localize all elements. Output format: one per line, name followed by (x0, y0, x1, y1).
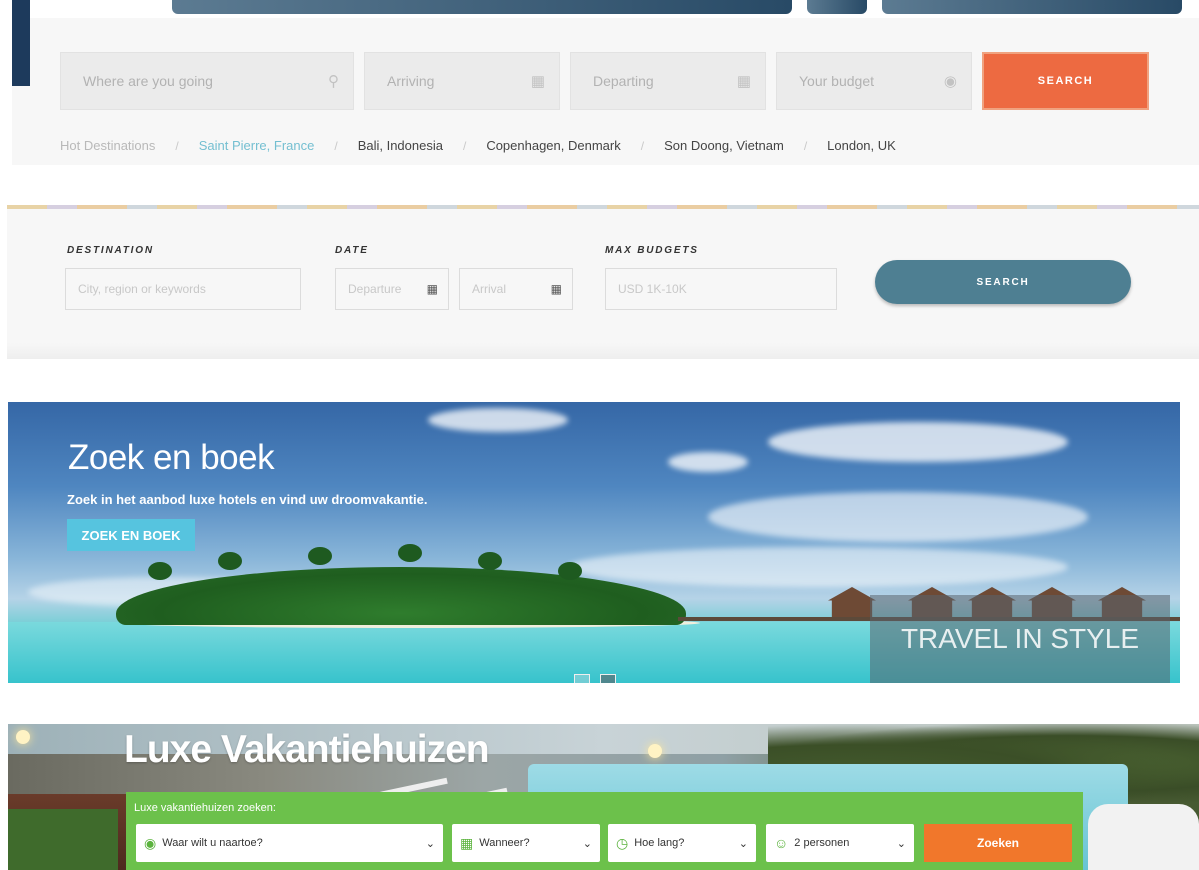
persons-select[interactable]: ☺ 2 personen ⌄ (766, 824, 914, 862)
calendar-icon: ▦ (460, 834, 474, 851)
destination-input[interactable]: City, region or keywords (65, 268, 301, 310)
globe-icon: ◉ (144, 834, 157, 851)
budget-placeholder: Your budget (799, 73, 874, 89)
chevron-down-icon: ⌄ (582, 837, 592, 850)
calendar-icon: ▦ (736, 73, 751, 90)
chevron-down-icon: ⌄ (738, 837, 748, 850)
departure-placeholder: Departure (348, 282, 402, 296)
slider-dot[interactable] (600, 674, 616, 683)
arriving-field[interactable]: Arriving ▦ (364, 52, 560, 110)
date-label: DATE (335, 245, 369, 256)
side-accent-bar (12, 0, 30, 86)
calendar-icon: ▦ (550, 282, 562, 296)
arriving-placeholder: Arriving (387, 73, 435, 89)
budget-label: MAX BUDGETS (605, 245, 699, 256)
calendar-icon: ▦ (426, 282, 438, 296)
calendar-icon: ▦ (530, 73, 545, 90)
search-button[interactable]: Zoeken (924, 824, 1072, 862)
slider-dot[interactable] (574, 674, 590, 683)
destination-link[interactable]: Bali, Indonesia (358, 138, 443, 153)
persons-value: 2 personen (794, 837, 850, 849)
vacation-search-banner: Luxe Vakantiehuizen Luxe vakantiehuizen … (8, 724, 1199, 870)
duration-select[interactable]: ◷ Hoe lang? ⌄ (608, 824, 756, 862)
person-icon: ☺ (774, 835, 789, 851)
chevron-down-icon: ⌄ (896, 837, 906, 850)
budget-input[interactable]: USD 1K-10K (605, 268, 837, 310)
destination-link[interactable]: Saint Pierre, France (199, 138, 315, 153)
arrival-placeholder: Arrival (472, 282, 507, 296)
hero-subtitle: Zoek in het aanbod luxe hotels en vind u… (67, 492, 428, 507)
location-pin-icon: ⚲ (328, 73, 339, 90)
search-bar: Luxe vakantiehuizen zoeken: ◉ Waar wilt … (126, 792, 1083, 870)
destination-value: Waar wilt u naartoe? (162, 837, 263, 849)
zoek-en-boek-button[interactable]: ZOEK EN BOEK (67, 519, 195, 551)
hero-title: Zoek en boek (68, 438, 275, 477)
destination-link[interactable]: London, UK (827, 138, 896, 153)
date-select[interactable]: ▦ Wanneer? ⌄ (452, 824, 600, 862)
duration-value: Hoe lang? (634, 837, 685, 849)
budget-field[interactable]: Your budget ◉ (776, 52, 972, 110)
search-button[interactable]: SEARCH (982, 52, 1149, 110)
decorative-border (7, 205, 1199, 209)
destination-field[interactable]: Where are you going ⚲ (60, 52, 354, 110)
clock-icon: ◷ (616, 834, 629, 851)
destination-label: DESTINATION (67, 245, 154, 256)
departing-placeholder: Departing (593, 73, 654, 89)
destination-link[interactable]: Copenhagen, Denmark (486, 138, 620, 153)
arrival-input[interactable]: Arrival ▦ (459, 268, 573, 310)
dollar-icon: ◉ (943, 73, 957, 90)
budget-placeholder: USD 1K-10K (618, 282, 687, 296)
search-bar-title: Luxe vakantiehuizen zoeken: (134, 802, 276, 814)
search-button[interactable]: SEARCH (875, 260, 1131, 304)
hero-banner: Zoek en boek Zoek in het aanbod luxe hot… (8, 402, 1180, 683)
departure-input[interactable]: Departure ▦ (335, 268, 449, 310)
hero-image-bottom (12, 0, 1199, 18)
travel-in-style-overlay: TRAVEL IN STYLE (870, 595, 1170, 683)
destination-placeholder: Where are you going (83, 73, 213, 89)
destination-select[interactable]: ◉ Waar wilt u naartoe? ⌄ (136, 824, 443, 862)
destination-link[interactable]: Son Doong, Vietnam (664, 138, 784, 153)
destination-placeholder: City, region or keywords (78, 282, 206, 296)
search-widget-1: Where are you going ⚲ Arriving ▦ Departi… (12, 0, 1199, 165)
date-value: Wanneer? (479, 837, 530, 849)
hot-destinations: Hot Destinations / Saint Pierre, France … (60, 138, 896, 153)
departing-field[interactable]: Departing ▦ (570, 52, 766, 110)
hot-destinations-label: Hot Destinations (60, 138, 156, 153)
banner-title: Luxe Vakantiehuizen (124, 728, 490, 771)
chevron-down-icon: ⌄ (425, 837, 435, 850)
search-widget-2: DESTINATION DATE MAX BUDGETS City, regio… (7, 205, 1199, 359)
